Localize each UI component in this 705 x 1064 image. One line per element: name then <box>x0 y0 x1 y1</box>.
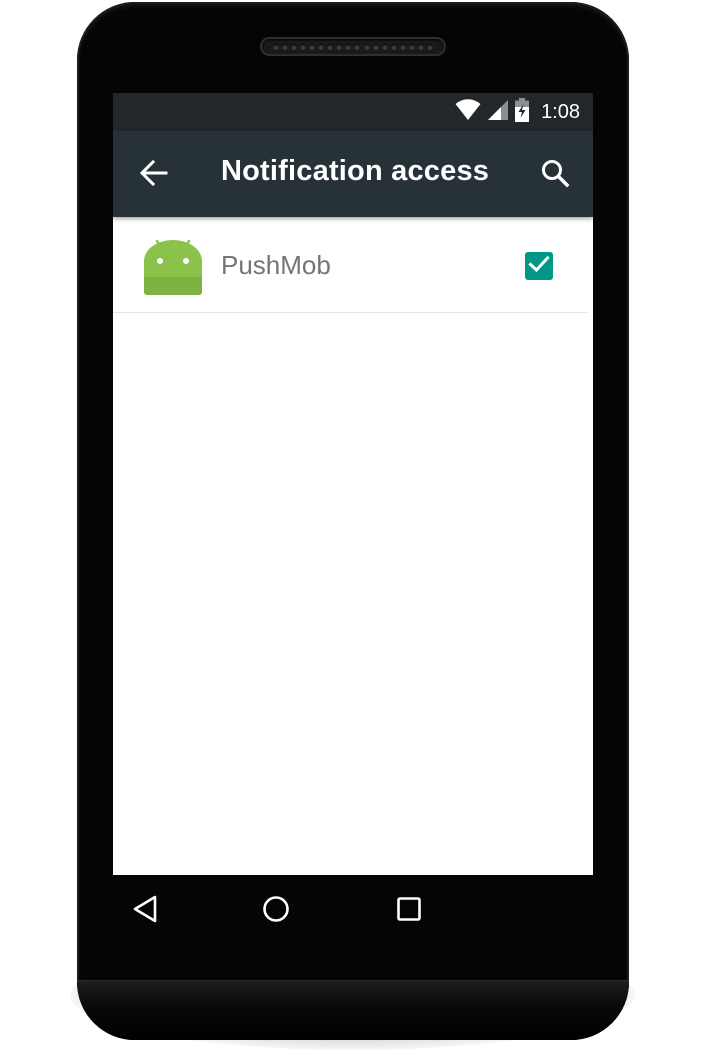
app-bar: Notification access <box>113 131 593 217</box>
search-icon <box>540 158 570 193</box>
search-button[interactable] <box>537 157 573 193</box>
screen: 1:08 Notification access PushMob <box>113 93 593 875</box>
app-name: PushMob <box>221 250 331 280</box>
recents-square-icon <box>395 895 423 928</box>
home-circle-icon <box>261 894 291 929</box>
notification-access-list: PushMob <box>113 217 593 313</box>
signal-icon <box>487 99 509 126</box>
back-button[interactable] <box>133 158 175 192</box>
check-icon <box>528 255 550 278</box>
nav-recents-button[interactable] <box>391 893 427 929</box>
device-frame-stage: 1:08 Notification access PushMob <box>0 0 705 1064</box>
wifi-icon <box>455 98 481 126</box>
list-item[interactable]: PushMob <box>113 217 587 313</box>
battery-charging-icon <box>515 97 530 127</box>
status-time: 1:08 <box>541 100 580 123</box>
nav-home-button[interactable] <box>258 893 294 929</box>
navigation-bar <box>36 873 516 945</box>
phone-chin <box>77 980 629 1040</box>
nav-back-button[interactable] <box>127 893 163 929</box>
back-triangle-icon <box>131 894 159 929</box>
page-title: Notification access <box>221 155 490 187</box>
arrow-back-icon <box>139 159 168 191</box>
status-bar: 1:08 <box>113 93 593 131</box>
access-checkbox[interactable] <box>525 252 553 280</box>
android-app-icon <box>143 235 203 295</box>
earpiece-speaker <box>260 37 446 56</box>
